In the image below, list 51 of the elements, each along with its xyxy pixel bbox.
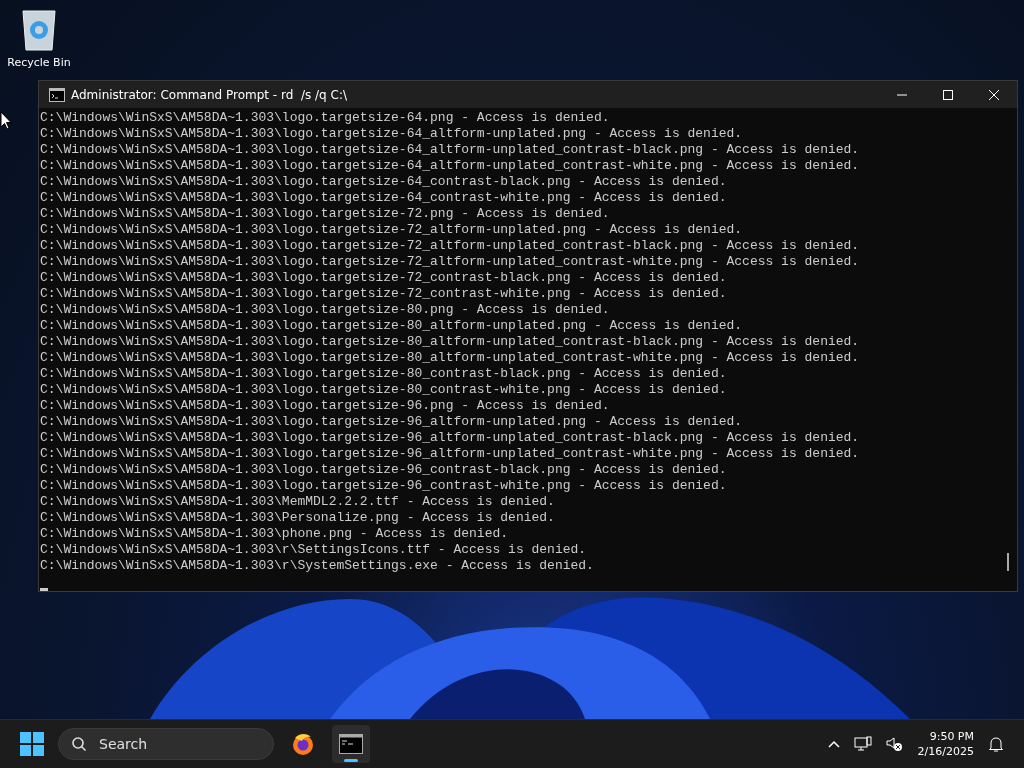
- recycle-bin-icon[interactable]: [20, 8, 58, 52]
- console-output-line: C:\Windows\WinSxS\AM58DA~1.303\logo.targetsize-96_altform-unplated_contrast-black.png - Access is denied.: [40, 430, 861, 446]
- console-icon: [49, 87, 65, 102]
- console-output-line: C:\Windows\WinSxS\AM58DA~1.303\logo.targetsize-80.png - Access is denied.: [40, 302, 611, 318]
- console-output-line: C:\Windows\WinSxS\AM58DA~1.303\Personalize.png - Access is denied.: [40, 510, 556, 526]
- console-output-line: C:\Windows\WinSxS\AM58DA~1.303\logo.targetsize-96_contrast-white.png - Access is denied.: [40, 478, 728, 494]
- console-output-line: C:\Windows\WinSxS\AM58DA~1.303\logo.targetsize-80_altform-unplated.png - Access is denied.: [40, 318, 744, 334]
- muted-speaker-icon[interactable]: [885, 736, 904, 752]
- console-output-line: C:\Windows\WinSxS\AM58DA~1.303\logo.targetsize-72_altform-unplated.png - Access is denied.: [40, 222, 744, 238]
- console-output-line: C:\Windows\WinSxS\AM58DA~1.303\logo.targetsize-96_altform-unplated_contrast-white.png - Access is denied.: [40, 446, 861, 462]
- console-output-line: C:\Windows\WinSxS\AM58DA~1.303\logo.targetsize-80_altform-unplated_contrast-white.png - Access is denied.: [40, 350, 861, 366]
- close-icon[interactable]: [988, 88, 1000, 101]
- console-output-line: C:\Windows\WinSxS\AM58DA~1.303\logo.targetsize-80_contrast-white.png - Access is denied.: [40, 382, 728, 398]
- taskbar-app-button[interactable]: [332, 725, 370, 763]
- console-output-line: C:\Windows\WinSxS\AM58DA~1.303\logo.targetsize-64_altform-unplated.png - Access is denied.: [40, 126, 744, 142]
- console-output-line: C:\Windows\WinSxS\AM58DA~1.303\logo.targetsize-64_contrast-white.png - Access is denied.: [40, 190, 728, 206]
- console-output-line: C:\Windows\WinSxS\AM58DA~1.303\logo.targetsize-80_altform-unplated_contrast-black.png - Access is denied.: [40, 334, 861, 350]
- console-output-line: C:\Windows\WinSxS\AM58DA~1.303\logo.targetsize-72.png - Access is denied.: [40, 206, 611, 222]
- console-output-line: C:\Windows\WinSxS\AM58DA~1.303\logo.targetsize-72_contrast-white.png - Access is denied.: [40, 286, 728, 302]
- clock-time[interactable]: 9:50 PM: [929, 729, 974, 744]
- console-output-line: C:\Windows\WinSxS\AM58DA~1.303\logo.targetsize-72_altform-unplated_contrast-black.png - Access is denied.: [40, 238, 861, 254]
- console-output-line: C:\Windows\WinSxS\AM58DA~1.303\logo.targetsize-64_altform-unplated_contrast-white.png - Access is denied.: [40, 158, 861, 174]
- console-output-line: C:\Windows\WinSxS\AM58DA~1.303\logo.targetsize-72_altform-unplated_contrast-white.png - Access is denied.: [40, 254, 861, 270]
- console-output-line: C:\Windows\WinSxS\AM58DA~1.303\logo.targetsize-64.png - Access is denied.: [40, 110, 611, 126]
- browser-icon: [291, 732, 315, 756]
- console-output-line: C:\Windows\WinSxS\AM58DA~1.303\logo.targetsize-96_altform-unplated.png - Access is denied.: [40, 414, 744, 430]
- text-cursor: [40, 588, 48, 591]
- console-output-line: C:\Windows\WinSxS\AM58DA~1.303\phone.png - Access is denied.: [40, 526, 510, 542]
- desktop-icon-label[interactable]: Recycle Bin: [7, 56, 71, 69]
- console-output-line: C:\Windows\WinSxS\AM58DA~1.303\logo.targetsize-80_contrast-black.png - Access is denied.: [40, 366, 728, 382]
- console-output-line: C:\Windows\WinSxS\AM58DA~1.303\logo.targetsize-64_altform-unplated_contrast-black.png - Access is denied.: [40, 142, 861, 158]
- chevron-up-icon[interactable]: [827, 740, 840, 748]
- console-icon: [339, 734, 363, 754]
- console-output-line: C:\Windows\WinSxS\AM58DA~1.303\MemMDL2.2.2.ttf - Access is denied.: [40, 494, 556, 510]
- console-output-line: C:\Windows\WinSxS\AM58DA~1.303\logo.targetsize-64_contrast-black.png - Access is denied.: [40, 174, 728, 190]
- window-title: Administrator: Command Prompt - rd /s /q C:\: [71, 87, 347, 102]
- start-icon[interactable]: [20, 732, 44, 756]
- search-icon: [71, 736, 87, 752]
- clock-date[interactable]: 2/16/2025: [917, 744, 974, 759]
- console-output-line: C:\Windows\WinSxS\AM58DA~1.303\r\SettingsIcons.ttf - Access is denied.: [40, 542, 588, 558]
- network-icon[interactable]: [853, 736, 872, 752]
- mouse-pointer-icon: [0, 111, 12, 130]
- console-output-line: C:\Windows\WinSxS\AM58DA~1.303\logo.targetsize-72_contrast-black.png - Access is denied.: [40, 270, 728, 286]
- console-output-line: C:\Windows\WinSxS\AM58DA~1.303\logo.targetsize-96_contrast-black.png - Access is denied.: [40, 462, 728, 478]
- search-bar[interactable]: Search: [58, 728, 274, 760]
- maximize-icon[interactable]: [942, 88, 954, 101]
- search-input-field[interactable]: Search: [97, 735, 241, 753]
- console-output-line: C:\Windows\WinSxS\AM58DA~1.303\r\SystemSettings.exe - Access is denied.: [40, 558, 595, 574]
- console-output-line: C:\Windows\WinSxS\AM58DA~1.303\logo.targetsize-96.png - Access is denied.: [40, 398, 611, 414]
- scrollbar-thumb[interactable]: [1007, 553, 1009, 571]
- notification-bell-icon[interactable]: [988, 735, 1004, 753]
